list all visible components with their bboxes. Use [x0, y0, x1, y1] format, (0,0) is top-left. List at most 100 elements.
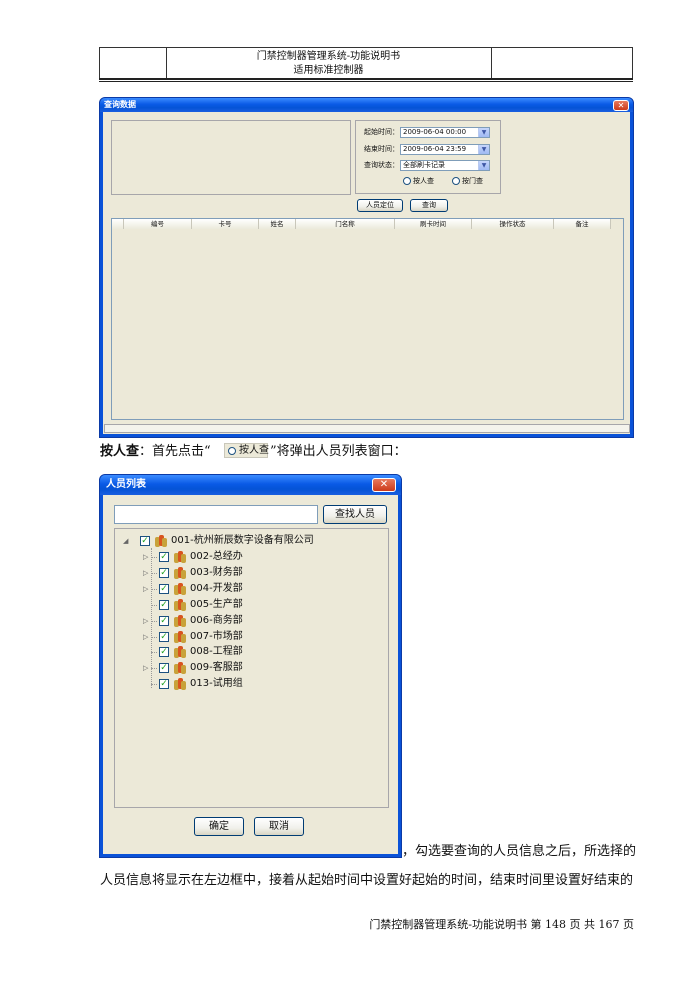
column-header[interactable]: 卡号 [192, 219, 259, 229]
tree-department-label: 008-工程部 [190, 646, 243, 658]
tree-node-department[interactable]: ✓ 008-工程部 [141, 645, 381, 659]
header-cell-right [492, 48, 632, 78]
ok-button[interactable]: 确定 [194, 817, 244, 836]
tree-node-root[interactable]: ◢ ✓ 001-杭州新辰数字设备有限公司 [123, 534, 383, 548]
person-window-title: 人员列表 [106, 479, 146, 490]
criteria-group: 起始时间： 2009-06-04 00:00 ▼ 结束时间： 2009-06-0… [355, 120, 501, 194]
expand-icon[interactable]: ▷ [143, 582, 148, 596]
instruction-text-after: ”将弹出人员列表窗口： [270, 444, 407, 459]
selected-persons-box[interactable] [111, 120, 351, 195]
expand-icon[interactable]: ▷ [143, 566, 148, 580]
collapse-icon[interactable]: ◢ [123, 534, 128, 548]
column-header[interactable]: 操作状态 [472, 219, 554, 229]
end-time-value: 2009-06-04 23:59 [403, 145, 467, 153]
radio-by-person-label: 按人查 [413, 177, 434, 185]
end-time-label: 结束时间： [364, 145, 399, 153]
page-footer: 门禁控制器管理系统-功能说明书 第 148 页 共 167 页 [369, 918, 634, 931]
person-window-close-icon[interactable]: ✕ [372, 478, 396, 492]
people-group-icon [174, 630, 186, 643]
tree-connector [151, 668, 157, 670]
chevron-down-icon[interactable]: ▼ [478, 128, 489, 137]
department-tree[interactable]: ◢ ✓ 001-杭州新辰数字设备有限公司 ▷ ✓ 002-总经办 ▷ ✓ 003-财务部 ▷… [114, 528, 389, 808]
checkbox-checked-icon[interactable]: ✓ [159, 679, 169, 690]
tree-connector [151, 604, 157, 606]
search-input[interactable] [114, 505, 318, 524]
inline-radio-by-person: 按人查 [224, 443, 269, 458]
radio-icon [228, 447, 236, 455]
column-header[interactable]: 姓名 [259, 219, 296, 229]
query-window-client: 起始时间： 2009-06-04 00:00 ▼ 结束时间： 2009-06-0… [103, 112, 630, 434]
column-header[interactable]: 备注 [554, 219, 611, 229]
checkbox-checked-icon[interactable]: ✓ [159, 631, 169, 642]
checkbox-checked-icon[interactable]: ✓ [140, 536, 150, 546]
tree-connector [151, 684, 157, 686]
tree-node-department[interactable]: ✓ 005-生产部 [141, 598, 381, 612]
expand-icon[interactable]: ▷ [143, 550, 148, 564]
column-header[interactable]: 编号 [124, 219, 192, 229]
status-label: 查询状态： [364, 161, 399, 169]
tree-connector [151, 652, 157, 654]
radio-by-door[interactable] [452, 177, 460, 185]
tree-connector [151, 620, 157, 622]
term-by-person: 按人查 [100, 444, 140, 459]
tree-connector [151, 557, 157, 558]
expand-icon[interactable]: ▷ [143, 630, 148, 644]
find-person-button[interactable]: 查找人员 [323, 505, 387, 524]
tree-department-label: 003-财务部 [190, 566, 243, 578]
locate-person-button[interactable]: 人员定位 [357, 199, 403, 212]
radio-by-person[interactable] [403, 177, 411, 185]
expand-icon[interactable]: ▷ [143, 614, 148, 628]
tree-node-department[interactable]: ▷ ✓ 002-总经办 [141, 550, 381, 564]
end-time-picker[interactable]: 2009-06-04 23:59 ▼ [400, 144, 490, 155]
start-time-label: 起始时间： [364, 128, 399, 136]
people-group-icon [174, 678, 186, 691]
cancel-button[interactable]: 取消 [254, 817, 304, 836]
tree-department-label: 002-总经办 [190, 551, 243, 562]
tree-node-department[interactable]: ▷ ✓ 003-财务部 [141, 566, 381, 580]
instruction-line-2: ，勾选要查询的人员信息之后，所选择的 [402, 844, 637, 859]
tree-connector [151, 572, 157, 574]
start-time-picker[interactable]: 2009-06-04 00:00 ▼ [400, 127, 490, 138]
people-group-icon [155, 535, 167, 547]
checkbox-checked-icon[interactable]: ✓ [159, 663, 169, 674]
query-button[interactable]: 查询 [410, 199, 448, 212]
person-window-client: 查找人员 ◢ ✓ 001-杭州新辰数字设备有限公司 ▷ ✓ 002-总经办 ▷ ✓ 003… [103, 495, 398, 854]
checkbox-checked-icon[interactable]: ✓ [159, 615, 169, 626]
query-window-titlebar[interactable]: 查询数据 [100, 98, 633, 112]
column-header[interactable]: 刷卡时间 [395, 219, 472, 229]
radio-by-door-label: 按门查 [462, 177, 483, 185]
chevron-down-icon[interactable]: ▼ [478, 145, 489, 154]
people-group-icon [174, 662, 186, 675]
column-header[interactable]: 门名称 [296, 219, 395, 229]
tree-connector [151, 636, 157, 638]
query-window-close-icon[interactable]: ✕ [613, 100, 629, 111]
expand-icon[interactable]: ▷ [143, 661, 148, 675]
people-group-icon [174, 614, 186, 627]
checkbox-checked-icon[interactable]: ✓ [159, 567, 169, 578]
grid-row-header [112, 219, 124, 229]
instruction-text-before: ：首先点击“ [139, 444, 211, 459]
person-window-titlebar[interactable]: 人员列表 [100, 475, 401, 495]
header-rule [99, 78, 633, 80]
results-grid[interactable]: 编号 卡号 姓名 门名称 刷卡时间 操作状态 备注 [111, 218, 624, 420]
people-group-icon [174, 598, 186, 611]
checkbox-checked-icon[interactable]: ✓ [159, 599, 169, 610]
status-select[interactable]: 全部刷卡记录 ▼ [400, 160, 490, 171]
people-group-icon [174, 566, 186, 579]
checkbox-checked-icon[interactable]: ✓ [159, 583, 169, 594]
tree-node-department[interactable]: ▷ ✓ 007-市场部 [141, 630, 381, 644]
tree-node-department[interactable]: ▷ ✓ 009-客服部 [141, 661, 381, 675]
tree-node-department[interactable]: ✓ 013-试用组 [141, 677, 381, 691]
chevron-down-icon[interactable]: ▼ [478, 161, 489, 170]
checkbox-checked-icon[interactable]: ✓ [159, 552, 169, 562]
checkbox-checked-icon[interactable]: ✓ [159, 647, 169, 658]
tree-department-label: 005-生产部 [190, 598, 243, 610]
people-group-icon [174, 582, 186, 595]
tree-node-department[interactable]: ▷ ✓ 006-商务部 [141, 614, 381, 628]
header-cell-title: 门禁控制器管理系统-功能说明书 适用标准控制器 [166, 48, 492, 78]
tree-department-label: 006-商务部 [190, 614, 243, 626]
status-value: 全部刷卡记录 [403, 161, 445, 169]
tree-node-department[interactable]: ▷ ✓ 004-开发部 [141, 582, 381, 596]
instruction-line-1: 按人查：首先点击“ [100, 444, 211, 460]
header-title-line1: 门禁控制器管理系统-功能说明书 [256, 51, 401, 62]
